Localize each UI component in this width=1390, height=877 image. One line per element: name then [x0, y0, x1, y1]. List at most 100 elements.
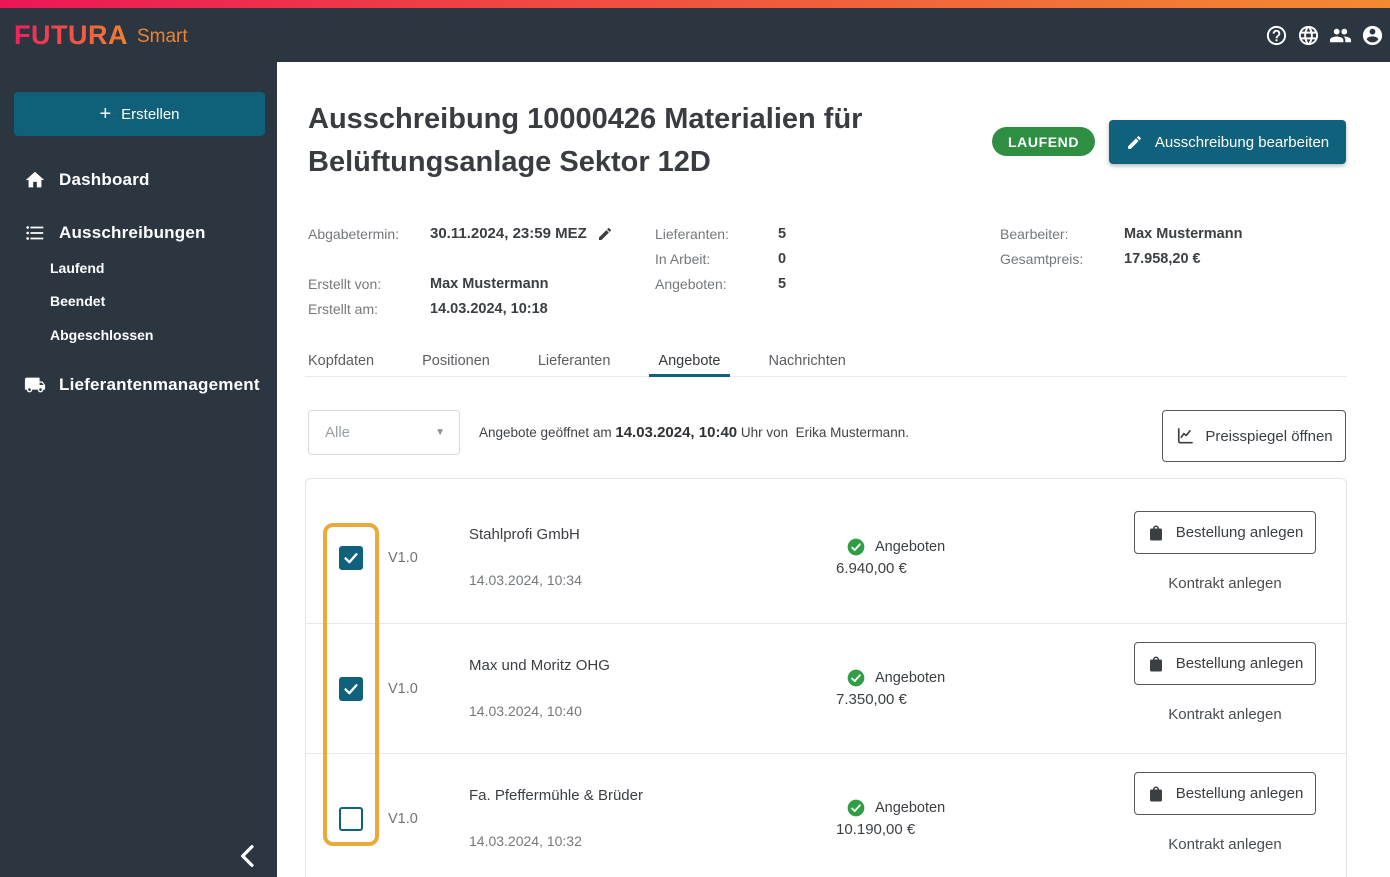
opened-info-prefix: Angebote geöffnet am: [479, 425, 616, 440]
offer-checkbox[interactable]: [339, 807, 363, 831]
filter-selected-value: Alle: [325, 424, 351, 441]
offer-status: Angeboten: [846, 798, 945, 818]
offer-status-label: Angeboten: [875, 539, 946, 555]
offer-checkbox[interactable]: [339, 546, 363, 570]
truck-icon: [24, 374, 46, 396]
chart-icon: [1175, 426, 1195, 446]
lieferanten-label: Lieferanten:: [655, 225, 729, 242]
create-order-button[interactable]: Bestellung anlegen: [1134, 642, 1316, 685]
abgabetermin-value: 30.11.2024, 23:59 MEZ: [430, 225, 587, 242]
lieferanten-value: 5: [778, 225, 787, 242]
bag-icon: [1147, 655, 1165, 673]
edit-deadline-icon[interactable]: [597, 226, 613, 242]
sidebar-item-ausschreibungen[interactable]: Ausschreibungen: [0, 215, 277, 251]
offer-version: V1.0: [388, 811, 418, 827]
account-icon[interactable]: [1361, 24, 1384, 47]
offer-date: 14.03.2024, 10:32: [469, 833, 582, 849]
gesamtpreis-label: Gesamtpreis:: [1000, 250, 1084, 267]
home-icon: [24, 169, 46, 191]
sidebar-subitem-label: Abgeschlossen: [50, 327, 154, 343]
sidebar-subitem-abgeschlossen[interactable]: Abgeschlossen: [50, 321, 153, 349]
supplier-name: Max und Moritz OHG: [469, 657, 610, 674]
sidebar-subitem-laufend[interactable]: Laufend: [50, 254, 104, 282]
tab-kopfdaten[interactable]: Kopfdaten: [299, 345, 383, 376]
create-contract-link[interactable]: Kontrakt anlegen: [1134, 573, 1316, 595]
check-circle-icon: [846, 537, 866, 557]
sidebar-item-lieferantenmanagement[interactable]: Lieferantenmanagement: [0, 367, 277, 403]
offer-version: V1.0: [388, 681, 418, 697]
app-logo: FUTURA Smart: [14, 8, 188, 62]
edit-tender-button[interactable]: Ausschreibung bearbeiten: [1109, 120, 1346, 164]
bag-icon: [1147, 785, 1165, 803]
list-icon: [24, 222, 46, 244]
create-button-label: Erstellen: [121, 105, 180, 123]
supplier-name: Fa. Pfeffermühle & Brüder: [469, 787, 643, 804]
tab-nachrichten[interactable]: Nachrichten: [760, 345, 855, 376]
abgabetermin-label: Abgabetermin:: [308, 225, 400, 242]
tab-angebote[interactable]: Angebote: [649, 345, 730, 377]
in-arbeit-value: 0: [778, 250, 787, 267]
language-icon[interactable]: [1297, 24, 1320, 47]
create-contract-link[interactable]: Kontrakt anlegen: [1134, 834, 1316, 856]
sidebar-item-label: Ausschreibungen: [59, 223, 206, 242]
meta-column-editor: Bearbeiter: Max Mustermann Gesamtpreis: …: [1000, 221, 1242, 271]
offer-version: V1.0: [388, 550, 418, 566]
bearbeiter-value: Max Mustermann: [1124, 225, 1243, 242]
offer-status-label: Angeboten: [875, 670, 946, 686]
offer-date: 14.03.2024, 10:34: [469, 572, 582, 588]
help-icon[interactable]: [1265, 24, 1288, 47]
angeboten-label: Angeboten:: [655, 275, 727, 292]
create-order-label: Bestellung anlegen: [1175, 785, 1304, 802]
page-title: Ausschreibung 10000426 Materialien für B…: [308, 103, 863, 178]
create-order-button[interactable]: Bestellung anlegen: [1134, 511, 1316, 554]
check-circle-icon: [846, 668, 866, 688]
create-order-button[interactable]: Bestellung anlegen: [1134, 772, 1316, 815]
offer-row: V1.0 Max und Moritz OHG 14.03.2024, 10:4…: [306, 623, 1346, 753]
pencil-icon: [1126, 134, 1143, 151]
opened-info-datetime: 14.03.2024, 10:40: [615, 424, 738, 441]
brand-gradient-strip: [0, 0, 1390, 8]
in-arbeit-label: In Arbeit:: [655, 250, 711, 267]
open-price-mirror-button[interactable]: Preisspiegel öffnen: [1162, 410, 1346, 462]
offers-opened-info: Angebote geöffnet am 14.03.2024, 10:40 U…: [479, 410, 909, 455]
supplier-name: Stahlprofi GmbH: [469, 526, 580, 543]
erstellt-am-label: Erstellt am:: [308, 300, 379, 317]
sidebar-item-label: Lieferantenmanagement: [59, 375, 260, 394]
offer-checkbox[interactable]: [339, 677, 363, 701]
offers-filter-select[interactable]: Alle ▼: [308, 410, 460, 455]
offer-row: V1.0 Stahlprofi GmbH 14.03.2024, 10:34 A…: [306, 493, 1346, 623]
offer-price: 6.940,00 €: [836, 560, 907, 577]
create-button[interactable]: + Erstellen: [14, 92, 265, 136]
tab-lieferanten[interactable]: Lieferanten: [529, 345, 620, 376]
opened-info-person: Erika Mustermann.: [795, 425, 909, 440]
offer-row: V1.0 Fa. Pfeffermühle & Brüder 14.03.202…: [306, 753, 1346, 877]
erstellt-am-value: 14.03.2024, 10:18: [430, 300, 548, 317]
bag-icon: [1147, 524, 1165, 542]
main-content: Ausschreibung 10000426 Materialien für B…: [277, 62, 1390, 877]
erstellt-von-value: Max Mustermann: [430, 275, 549, 292]
tab-positionen[interactable]: Positionen: [413, 345, 499, 376]
status-badge: LAUFEND: [992, 127, 1096, 156]
sidebar-subitem-beendet[interactable]: Beendet: [50, 287, 105, 315]
bearbeiter-label: Bearbeiter:: [1000, 225, 1069, 242]
logo-brand-text: FUTURA: [14, 19, 128, 50]
create-order-label: Bestellung anlegen: [1175, 524, 1304, 541]
meta-column-counts: Lieferanten: 5 In Arbeit: 0 Angeboten: 5: [655, 221, 786, 296]
create-contract-link[interactable]: Kontrakt anlegen: [1134, 704, 1316, 726]
users-icon[interactable]: [1329, 24, 1352, 47]
sidebar-subitem-label: Laufend: [50, 260, 105, 276]
sidebar: + Erstellen Dashboard Ausschreibungen La…: [0, 62, 277, 877]
offer-date: 14.03.2024, 10:40: [469, 703, 582, 719]
sidebar-item-label: Dashboard: [59, 170, 150, 189]
sidebar-item-dashboard[interactable]: Dashboard: [0, 162, 277, 198]
edit-tender-button-label: Ausschreibung bearbeiten: [1154, 133, 1330, 151]
logo-suffix-text: Smart: [136, 25, 188, 47]
sidebar-collapse-icon[interactable]: [232, 840, 264, 872]
offer-status: Angeboten: [846, 537, 945, 557]
offer-price: 7.350,00 €: [836, 691, 907, 708]
check-circle-icon: [846, 798, 866, 818]
chevron-down-icon: ▼: [435, 427, 445, 438]
gesamtpreis-value: 17.958,20 €: [1124, 250, 1201, 267]
app-window: FUTURA Smart + Erstellen Dashboard Aussc…: [0, 0, 1390, 877]
appbar-icon-group: [1265, 8, 1384, 62]
